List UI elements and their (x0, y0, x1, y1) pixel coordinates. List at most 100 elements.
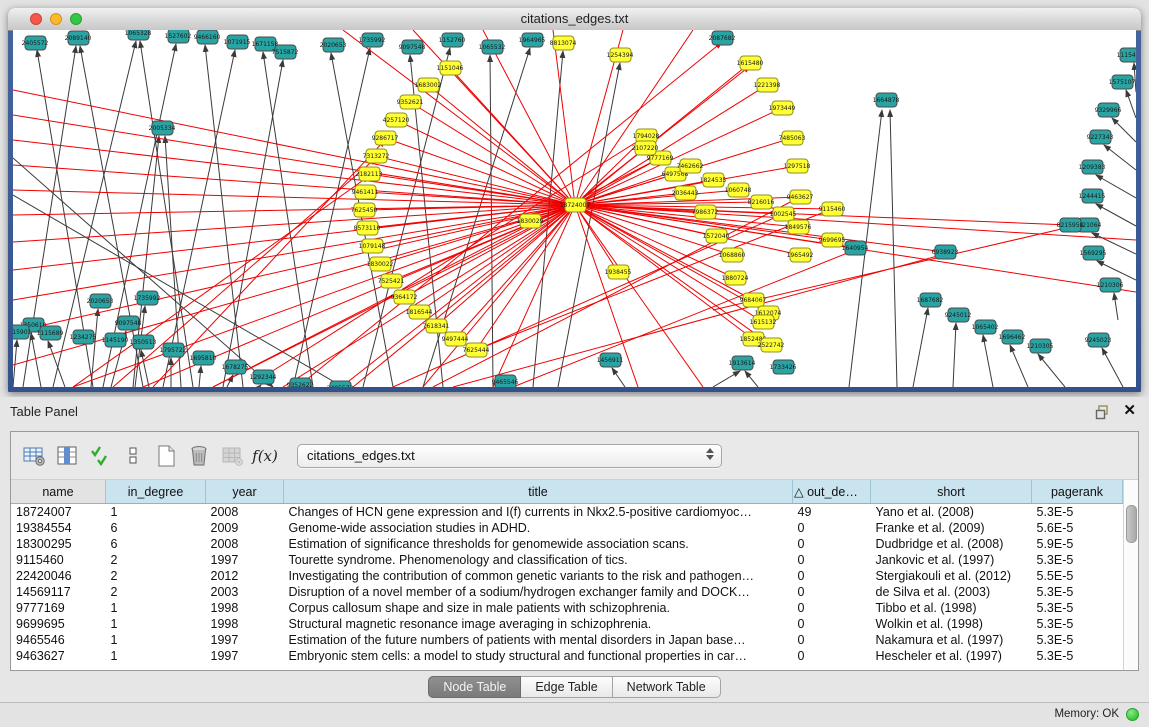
table-cell[interactable]: 0 (793, 648, 871, 664)
table-cell[interactable]: 1998 (206, 616, 284, 632)
graph-node[interactable]: 2089140 (65, 31, 92, 45)
graph-node[interactable]: 1210305 (1027, 339, 1054, 353)
graph-node[interactable]: 1687682 (917, 293, 944, 307)
graph-node[interactable]: 9364172 (391, 290, 418, 304)
graph-node[interactable]: 7485063 (779, 131, 806, 145)
table-cell[interactable]: 1 (106, 632, 206, 648)
table-cell[interactable]: 18300295 (11, 536, 106, 552)
graph-node[interactable]: 2020653 (320, 38, 347, 52)
table-cell[interactable]: Dudbridge et al. (2008) (871, 536, 1032, 552)
graph-edge[interactable] (890, 110, 897, 387)
graph-node[interactable]: 9097548 (115, 316, 142, 330)
table-row[interactable]: 911546021997Tourette syndrome. Phenomeno… (11, 552, 1123, 568)
table-cell[interactable]: 9115460 (11, 552, 106, 568)
window-titlebar[interactable]: citations_edges.txt (8, 8, 1141, 31)
table-cell[interactable]: 5.9E-5 (1032, 536, 1123, 552)
column-header-4[interactable]: △ out_de… (793, 480, 871, 504)
graph-node[interactable]: 1065532 (479, 40, 506, 54)
table-cell[interactable]: Estimation of significance thresholds fo… (284, 536, 793, 552)
float-panel-icon[interactable] (1095, 404, 1111, 420)
graph-edge[interactable] (205, 45, 243, 387)
graph-node[interactable]: 1824535 (700, 173, 727, 187)
graph-edge[interactable] (1112, 118, 1136, 142)
column-header-2[interactable]: year (206, 480, 284, 504)
graph-edge[interactable] (1126, 90, 1136, 118)
graph-edge[interactable] (713, 371, 740, 387)
graph-node[interactable]: 9245023 (1085, 333, 1112, 347)
table-cell[interactable]: 2 (106, 584, 206, 600)
graph-node[interactable]: 9329966 (1095, 103, 1122, 117)
graph-node[interactable]: 9097548 (399, 40, 426, 54)
graph-edge[interactable] (13, 205, 575, 332)
zoom-window-icon[interactable] (70, 13, 82, 25)
graph-node[interactable]: 1152760 (439, 33, 466, 47)
graph-node[interactable]: 1456911 (597, 353, 624, 367)
graph-edge[interactable] (31, 333, 41, 387)
table-cell[interactable]: 0 (793, 568, 871, 584)
graph-edge[interactable] (259, 385, 261, 387)
table-cell[interactable]: 1997 (206, 552, 284, 568)
table-cell[interactable]: 9699695 (11, 616, 106, 632)
table-cell[interactable]: 49 (793, 504, 871, 521)
graph-edge[interactable] (199, 366, 201, 387)
graph-edge[interactable] (13, 340, 17, 387)
scrollbar-thumb[interactable] (1126, 505, 1137, 543)
graph-node[interactable]: 2522742 (758, 338, 785, 352)
graph-node[interactable]: 9461411 (352, 185, 379, 199)
graph-node[interactable]: 8215958 (1057, 218, 1084, 232)
graph-node[interactable]: 1880724 (722, 271, 749, 285)
table-cell[interactable]: 5.3E-5 (1032, 504, 1123, 521)
table-cell[interactable]: Genome-wide association studies in ADHD. (284, 520, 793, 536)
close-window-icon[interactable] (30, 13, 42, 25)
graph-node[interactable]: 1683002 (415, 78, 442, 92)
table-row[interactable]: 1456911722003Disruption of a novel membe… (11, 584, 1123, 600)
table-row[interactable]: 1830029562008Estimation of significance … (11, 536, 1123, 552)
column-header-1[interactable]: in_degree (106, 480, 206, 504)
graph-edge[interactable] (223, 60, 283, 387)
graph-node[interactable]: 1615132 (750, 315, 777, 329)
table-cell[interactable]: 22420046 (11, 568, 106, 584)
graph-edge[interactable] (396, 120, 575, 205)
graph-node[interactable]: 1735992 (134, 291, 161, 305)
graph-edge[interactable] (283, 205, 575, 387)
graph-node[interactable]: 2405572 (22, 36, 49, 50)
table-cell[interactable]: 9465546 (11, 632, 106, 648)
table-cell[interactable]: 2 (106, 568, 206, 584)
table-cell[interactable]: 1997 (206, 648, 284, 664)
graph-node[interactable]: 1938455 (605, 265, 632, 279)
graph-node[interactable]: 1664878 (873, 93, 900, 107)
graph-node[interactable]: 7625450 (351, 203, 378, 217)
table-scrollbar[interactable] (1123, 480, 1138, 670)
table-cell[interactable]: 1 (106, 504, 206, 521)
graph-edge[interactable] (913, 308, 928, 387)
table-cell[interactable]: 6 (106, 520, 206, 536)
graph-edge[interactable] (73, 176, 369, 387)
graph-node[interactable]: 2005334 (149, 121, 176, 135)
graph-node[interactable]: 1973449 (769, 101, 796, 115)
graph-node[interactable]: 7462662 (677, 159, 704, 173)
table-cell[interactable]: 2003 (206, 584, 284, 600)
table-cell[interactable]: 9777169 (11, 600, 106, 616)
table-cell[interactable]: 0 (793, 520, 871, 536)
table-mode-icon[interactable] (19, 441, 49, 471)
column-header-6[interactable]: pagerank (1032, 480, 1123, 504)
table-cell[interactable]: 5.3E-5 (1032, 632, 1123, 648)
graph-node[interactable]: 2087682 (709, 31, 736, 45)
graph-edge[interactable] (213, 158, 660, 387)
table-cell[interactable]: Embryonic stem cells: a model to study s… (284, 648, 793, 664)
table-cell[interactable]: 1 (106, 648, 206, 664)
show-columns-icon[interactable] (52, 441, 82, 471)
graph-node[interactable]: 1696462 (999, 330, 1026, 344)
graph-node[interactable]: 1079148 (359, 239, 386, 253)
graph-node[interactable]: 7986372 (692, 205, 719, 219)
table-row[interactable]: 946362711997Embryonic stem cells: a mode… (11, 648, 1123, 664)
graph-node[interactable]: 1733426 (770, 360, 797, 374)
tab-node-table[interactable]: Node Table (428, 676, 521, 698)
graph-node[interactable]: 1115689 (37, 326, 64, 340)
graph-node[interactable]: 1964965 (519, 33, 546, 47)
table-cell[interactable]: Wolkin et al. (1998) (871, 616, 1032, 632)
table-cell[interactable]: Investigating the contribution of common… (284, 568, 793, 584)
graph-node[interactable]: 2405573 (327, 381, 354, 387)
table-cell[interactable]: 1 (106, 600, 206, 616)
graph-node[interactable]: 1965492 (787, 248, 814, 262)
